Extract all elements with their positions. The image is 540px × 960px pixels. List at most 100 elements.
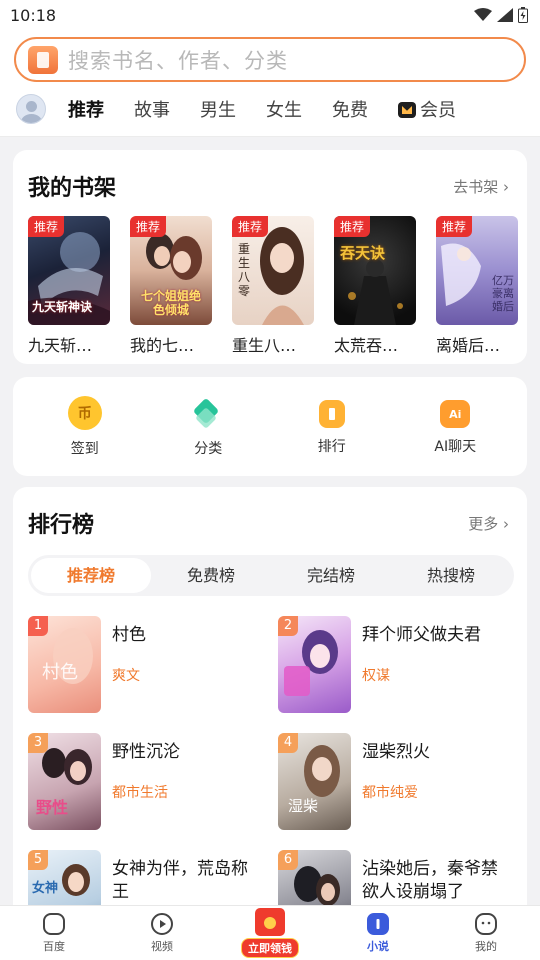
book-cover: 推荐 七个姐姐绝色倾城 (130, 216, 212, 325)
cover-text: 亿万豪离婚后 (492, 274, 514, 313)
nav-baidu[interactable]: 百度 (19, 912, 89, 954)
tab-recommend-rank[interactable]: 推荐榜 (31, 558, 151, 593)
quick-ai-chat[interactable]: Ai AI聊天 (410, 397, 500, 456)
quick-label: 分类 (194, 440, 223, 457)
nav-label: 小说 (367, 939, 389, 953)
ranking-book-tag: 权谋 (362, 668, 390, 684)
book-title: 重生八… (232, 336, 297, 355)
video-icon (151, 912, 173, 935)
ranking-tabs: 推荐榜 免费榜 完结榜 热搜榜 (28, 555, 514, 596)
nav-video[interactable]: 视频 (127, 912, 197, 954)
book-title: 太荒吞… (334, 336, 399, 355)
book-title: 离婚后… (436, 336, 501, 355)
ranking-book-title: 村色 (112, 625, 146, 645)
quick-ranking[interactable]: 排行 (287, 397, 377, 456)
book-cover: 推荐 重生八零 (232, 216, 314, 325)
shelf-book[interactable]: 推荐 重生八零 重生八… (232, 216, 314, 356)
book-cover: 推荐 九天斩神诀 (28, 216, 110, 325)
ranking-book-title: 沾染她后，秦爷禁欲人设崩塌了 (362, 859, 498, 902)
nav-novel[interactable]: 小说 (343, 912, 413, 954)
novel-logo-icon (28, 45, 58, 74)
baidu-icon (43, 912, 65, 935)
tab-hot-search-rank[interactable]: 热搜榜 (391, 558, 511, 593)
more-link[interactable]: 更多 › (468, 513, 509, 534)
profile-icon (475, 912, 497, 935)
tab-male[interactable]: 男生 (200, 96, 236, 122)
status-bar: 10:18 (0, 0, 540, 30)
top-area: 10:18 搜索书名、作者、分类 推荐 故事 男生 女生 免费 会员 (0, 0, 540, 137)
cover-text: 七个姐姐绝色倾城 (140, 289, 201, 317)
quick-category[interactable]: 分类 (163, 396, 253, 458)
cover-art (284, 630, 338, 696)
quick-label: 签到 (70, 440, 99, 457)
quick-checkin[interactable]: 币 签到 (40, 395, 130, 458)
cover-art: 村色 (42, 628, 93, 684)
ranking-item[interactable]: 3 野性 野性沉沦 都市生活 (28, 733, 264, 830)
ranking-book-tag: 都市生活 (112, 785, 168, 801)
search-placeholder: 搜索书名、作者、分类 (68, 48, 288, 73)
status-icons (474, 7, 528, 23)
tab-female[interactable]: 女生 (266, 96, 302, 122)
bookshelf-card: 我的书架 去书架 › 推荐 九天斩神诀 九天斩… 推荐 七个姐姐绝色倾城 我的七… (13, 150, 527, 364)
svg-text:女神: 女神 (32, 880, 58, 896)
tab-free[interactable]: 免费 (332, 96, 368, 122)
avatar[interactable] (16, 94, 46, 124)
bookshelf-title: 我的书架 (28, 175, 117, 201)
ranking-book-title: 拜个师父做夫君 (362, 625, 481, 645)
cover-text: 吞天诀 (340, 244, 386, 262)
ranking-item[interactable]: 4 湿柴 湿柴烈火 都市纯爱 (278, 733, 514, 830)
ranking-title: 排行榜 (28, 512, 95, 538)
ranking-item[interactable]: 2 拜个师父做夫君 权谋 (278, 616, 514, 713)
nav-label: 百度 (43, 939, 65, 953)
tab-recommend[interactable]: 推荐 (66, 96, 104, 126)
ranking-card: 排行榜 更多 › 推荐榜 免费榜 完结榜 热搜榜 1 村色 村色 爽文 2 拜个… (13, 487, 527, 947)
book-cover: 3 野性 (28, 733, 101, 830)
ranking-info: 拜个师父做夫君 权谋 (362, 616, 481, 713)
signal-icon (497, 8, 513, 22)
nav-profile[interactable]: 我的 (451, 912, 521, 954)
ranking-book-tag: 爽文 (112, 668, 140, 684)
go-bookshelf-link[interactable]: 去书架 › (453, 176, 509, 197)
svg-text:野性: 野性 (36, 798, 68, 817)
ranking-book-title: 湿柴烈火 (362, 742, 430, 762)
ranking-book-tag: 都市纯爱 (362, 785, 418, 801)
wifi-icon (474, 8, 492, 21)
shelf-book[interactable]: 推荐 七个姐姐绝色倾城 我的七… (130, 216, 212, 356)
shelf-book[interactable]: 推荐 吞天诀 太荒吞… (334, 216, 416, 356)
shelf-book[interactable]: 推荐 九天斩神诀 九天斩… (28, 216, 110, 356)
ranking-list: 1 村色 村色 爽文 2 拜个师父做夫君 权谋 3 野性 野性沉沦 都市生活 4… (28, 616, 514, 947)
category-tabs: 推荐 故事 男生 女生 免费 会员 (0, 82, 540, 137)
novel-icon (367, 912, 389, 935)
tab-story[interactable]: 故事 (134, 96, 170, 122)
nav-label: 视频 (151, 939, 173, 953)
red-packet-icon (255, 908, 285, 936)
book-cover: 推荐 吞天诀 (334, 216, 416, 325)
nav-label: 立即领钱 (241, 938, 299, 958)
nav-label: 我的 (475, 939, 497, 953)
tab-free-rank[interactable]: 免费榜 (151, 558, 271, 593)
ranking-book-title: 女神为伴，荒岛称王 (112, 859, 248, 902)
layers-icon (191, 396, 225, 430)
svg-text:村色: 村色 (42, 662, 78, 683)
cover-text: 重生八零 (238, 242, 251, 298)
recommend-badge: 推荐 (28, 216, 65, 237)
quick-entries: 币 签到 分类 排行 Ai AI聊天 (13, 377, 527, 476)
ranking-info: 野性沉沦 都市生活 (112, 733, 180, 830)
tab-finished-rank[interactable]: 完结榜 (271, 558, 391, 593)
bookshelf-header: 我的书架 去书架 › (28, 170, 527, 202)
shelf-book[interactable]: 推荐 亿万豪离婚后 离婚后… (436, 216, 518, 356)
nav-get-cash[interactable]: 立即领钱 (235, 908, 305, 958)
battery-icon (518, 7, 528, 23)
search-bar[interactable]: 搜索书名、作者、分类 (14, 37, 526, 82)
tab-vip-label: 会员 (420, 100, 456, 121)
bottom-nav: 百度 视频 立即领钱 小说 我的 (0, 905, 540, 960)
ranking-item[interactable]: 1 村色 村色 爽文 (28, 616, 264, 713)
svg-text:湿柴: 湿柴 (288, 797, 318, 815)
book-title: 九天斩… (28, 336, 93, 355)
book-cover: 1 村色 (28, 616, 101, 713)
tab-vip[interactable]: 会员 (398, 96, 456, 122)
book-cover: 推荐 亿万豪离婚后 (436, 216, 518, 325)
book-cover: 4 湿柴 (278, 733, 351, 830)
ai-chat-icon: Ai (440, 400, 471, 428)
recommend-badge: 推荐 (130, 216, 167, 237)
